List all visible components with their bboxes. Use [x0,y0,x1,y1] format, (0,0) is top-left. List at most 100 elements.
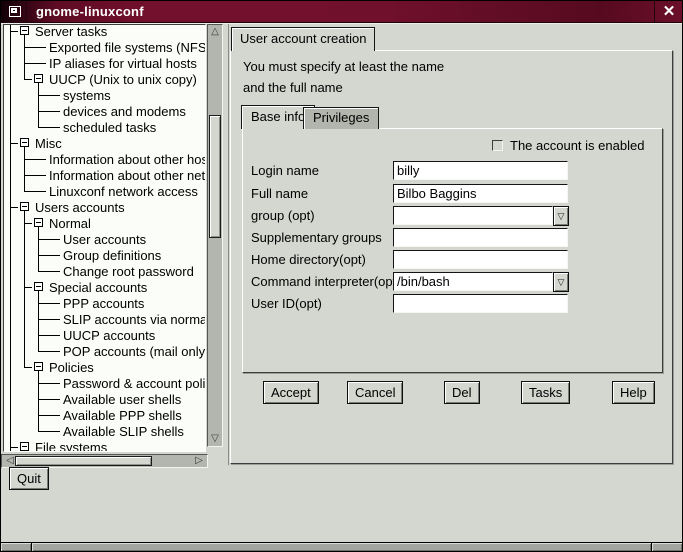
tree-item[interactable]: Special accounts [4,279,205,295]
tree-item[interactable]: Policies [4,359,205,375]
combo-dropdown-icon[interactable]: ▽ [553,272,569,292]
tree-expander-icon[interactable] [18,24,32,39]
tree-item[interactable]: devices and modems [4,103,205,119]
field-input-supplementary-groups[interactable] [393,228,568,247]
tree-item-label[interactable]: scheduled tasks [63,120,156,135]
tree-item-label[interactable]: Information about other hosts [49,152,206,167]
bottom-border-bar[interactable] [32,543,651,551]
tree-connector [46,343,60,359]
tree-item[interactable]: File systems [4,439,205,452]
tree-item[interactable]: UUCP accounts [4,327,205,343]
config-tree-panel[interactable]: Server tasksExported file systems (NFS)I… [3,24,206,452]
tree-item-label[interactable]: POP accounts (mail only) [63,344,206,359]
tree-item[interactable]: POP accounts (mail only) [4,343,205,359]
accept-button[interactable]: Accept [263,381,319,404]
tree-item[interactable]: Linuxconf network access [4,183,205,199]
field-input-home-directory-opt[interactable] [393,250,568,269]
tree-item[interactable]: Available user shells [4,391,205,407]
tree-item-label[interactable]: Information about other netw [49,168,206,183]
tree-vertical-scrollbar[interactable]: △ ▽ [207,24,223,447]
quit-button[interactable]: Quit [9,467,49,490]
tree-item[interactable]: IP aliases for virtual hosts [4,55,205,71]
tree-item[interactable]: Information about other netw [4,167,205,183]
tree-item-label[interactable]: UUCP accounts [63,328,155,343]
tree-item-label[interactable]: Available SLIP shells [63,424,184,439]
tree-item[interactable]: scheduled tasks [4,119,205,135]
tasks-button[interactable]: Tasks [521,381,570,404]
tab-privileges[interactable]: Privileges [303,107,379,129]
tree-item-label[interactable]: Group definitions [63,248,161,263]
titlebar-divider [654,1,655,22]
tree-connector [4,55,18,71]
tree-item-label[interactable]: User accounts [63,232,146,247]
tree-expander-icon[interactable] [18,439,32,452]
tree-expander-icon[interactable] [32,215,46,231]
window-menu-button[interactable] [4,3,24,20]
field-input-command-interpreter-opt[interactable] [393,272,553,291]
account-enabled-checkbox[interactable] [492,140,503,151]
tree-item[interactable]: Password & account policie [4,375,205,391]
tree-item[interactable]: UUCP (Unix to unix copy) [4,71,205,87]
scroll-up-icon[interactable]: △ [208,26,222,38]
close-icon[interactable]: ✕ [656,1,682,22]
tree-item-label[interactable]: File systems [35,440,107,453]
tree-item-label[interactable]: Available user shells [63,392,181,407]
tree-item-label[interactable]: Password & account policie [63,376,206,391]
tab-user-account-creation[interactable]: User account creation [231,27,375,51]
scroll-right-icon[interactable]: ▷ [192,455,206,467]
field-input-full-name[interactable] [393,184,568,203]
tree-item-label[interactable]: SLIP accounts via normal lo [63,312,206,327]
tree-item[interactable]: Information about other hosts [4,151,205,167]
tree-item-label[interactable]: IP aliases for virtual hosts [49,56,197,71]
tree-item-label[interactable]: Change root password [63,264,194,279]
tree-expander-icon[interactable] [32,71,46,87]
cancel-button[interactable]: Cancel [347,381,403,404]
tree-item-label[interactable]: Users accounts [35,200,125,215]
window-bottom-border[interactable] [1,542,682,551]
tree-item[interactable]: User accounts [4,231,205,247]
tree-expander-icon[interactable] [32,359,46,375]
tree-item[interactable]: Exported file systems (NFS) [4,39,205,55]
tree-item-label[interactable]: Misc [35,136,62,151]
tree-item-label[interactable]: Server tasks [35,24,107,39]
field-label: Command interpreter(opt) [251,274,401,289]
field-input-group-opt[interactable] [393,206,553,225]
tree-expander-icon[interactable] [18,199,32,215]
tree-item-label[interactable]: Policies [49,360,94,375]
tree-item[interactable]: SLIP accounts via normal lo [4,311,205,327]
tree-expander-icon[interactable] [18,135,32,151]
tree-item[interactable]: Server tasks [4,24,205,39]
horizontal-scrollbar-thumb[interactable] [15,456,152,466]
tree-horizontal-scrollbar[interactable]: ◁ ▷ [1,454,208,468]
del-button[interactable]: Del [444,381,480,404]
tree-item[interactable]: Misc [4,135,205,151]
tree-item[interactable]: Available PPP shells [4,407,205,423]
tree-item[interactable]: Group definitions [4,247,205,263]
scroll-down-icon[interactable]: ▽ [208,433,222,445]
tree-item-label[interactable]: Special accounts [49,280,147,295]
tree-item-label[interactable]: Linuxconf network access [49,184,198,199]
titlebar-divider [26,1,27,22]
tree-item-label[interactable]: systems [63,88,111,103]
tree-item[interactable]: Normal [4,215,205,231]
vertical-scrollbar-thumb[interactable] [209,115,221,238]
resize-handle-right[interactable] [652,543,682,551]
field-input-user-id-opt[interactable] [393,294,568,313]
tree-item-label[interactable]: devices and modems [63,104,186,119]
tree-item[interactable]: Change root password [4,263,205,279]
tree-item[interactable]: Available SLIP shells [4,423,205,439]
tree-item-label[interactable]: Exported file systems (NFS) [49,40,206,55]
combo-dropdown-icon[interactable]: ▽ [553,206,569,226]
resize-handle-left[interactable] [1,543,31,551]
tree-item[interactable]: PPP accounts [4,295,205,311]
tree-item-label[interactable]: PPP accounts [63,296,144,311]
tree-item-label[interactable]: Available PPP shells [63,408,182,423]
tree-item-label[interactable]: Normal [49,216,91,231]
titlebar[interactable]: gnome-linuxconf ✕ [1,1,682,23]
tree-expander-icon[interactable] [32,279,46,295]
tree-item[interactable]: Users accounts [4,199,205,215]
field-input-login-name[interactable] [393,161,568,180]
tree-item[interactable]: systems [4,87,205,103]
help-button[interactable]: Help [612,381,655,404]
tree-item-label[interactable]: UUCP (Unix to unix copy) [49,72,197,87]
